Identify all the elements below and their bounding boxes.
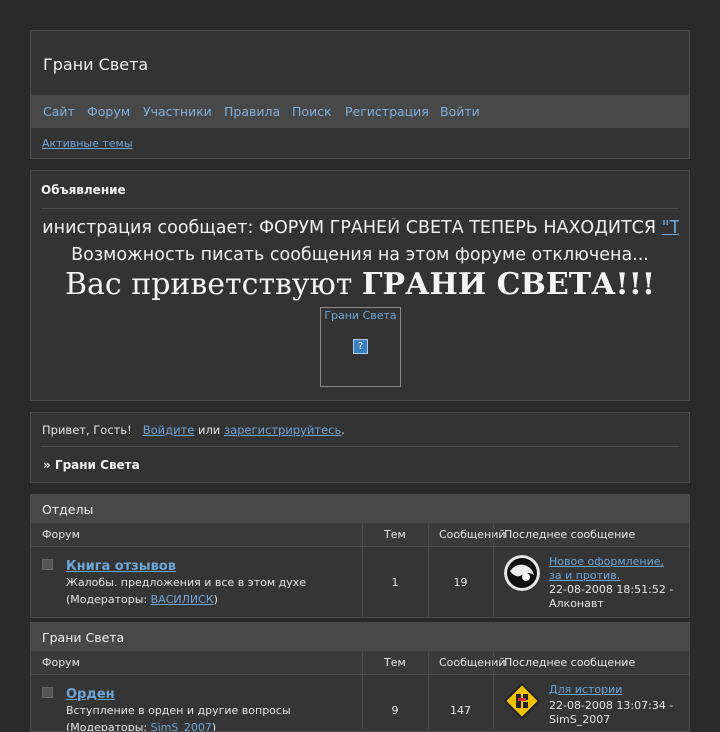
divider — [41, 208, 679, 209]
nav-members[interactable]: Участники — [143, 104, 212, 119]
main-nav: Сайт Форум Участники Правила Поиск Регис… — [31, 95, 689, 128]
greeting-panel: Привет, Гость! Войдите или зарегистрируй… — [30, 412, 690, 483]
announcement-marquee: Администрация сообщает: ФОРУМ ГРАНЕЙ СВЕ… — [43, 218, 679, 242]
forum-description: Вступление в орден и другие вопросы — [66, 704, 291, 717]
last-post-link[interactable]: Новое оформление, за и против. — [549, 555, 679, 583]
announcement-title: Объявление — [41, 183, 126, 197]
forum-status-icon — [42, 687, 53, 698]
marquee-text: Администрация сообщает: ФОРУМ ГРАНЕЙ СВЕ… — [43, 218, 662, 238]
topic-count: 9 — [391, 704, 399, 717]
last-post-author: Алконавт — [549, 597, 604, 610]
last-post-date: 22-08-2008 13:07:34 - — [549, 699, 674, 712]
avatar-image — [504, 555, 540, 591]
column-divider — [428, 523, 429, 617]
avatar — [504, 555, 540, 591]
last-post-date: 22-08-2008 18:51:52 - — [549, 583, 674, 596]
forum-row: Книга отзывов Жалобы. предложения и все … — [31, 546, 689, 617]
nav-site[interactable]: Сайт — [43, 104, 75, 119]
avatar-image — [504, 683, 540, 719]
mods-prefix: (Модераторы: — [66, 721, 151, 732]
nav-login[interactable]: Войти — [440, 104, 480, 119]
nav-rules[interactable]: Правила — [224, 104, 280, 119]
category-title: Грани Света — [42, 630, 125, 645]
topic-count: 1 — [391, 576, 399, 589]
col-forum: Форум — [42, 656, 80, 669]
greeting-line: Привет, Гость! Войдите или зарегистрируй… — [42, 423, 345, 437]
post-count: 147 — [450, 704, 471, 717]
forum-link[interactable]: Орден — [66, 687, 115, 702]
mods-suffix: ) — [213, 593, 218, 606]
avatar — [504, 683, 540, 719]
col-forum: Форум — [42, 528, 80, 541]
nav-register[interactable]: Регистрация — [345, 104, 429, 119]
col-last-post: Последнее сообщение — [504, 656, 636, 669]
forum-description: Жалобы. предложения и все в этом духе — [66, 576, 307, 589]
welcome-bold: ГРАНИ СВЕТА!!! — [361, 267, 656, 302]
column-headers: Форум Тем Сообщений Последнее сообщение — [31, 651, 689, 674]
moderator-link[interactable]: SimS_2007 — [151, 721, 212, 731]
announcement-panel: Объявление Администрация сообщает: ФОРУМ… — [30, 170, 690, 401]
col-last-post: Последнее сообщение — [504, 528, 636, 541]
broken-image-icon: ? — [353, 339, 368, 354]
active-topics-link[interactable]: Активные темы — [42, 137, 133, 150]
forum-link[interactable]: Книга отзывов — [66, 559, 176, 574]
category-table: Грани Света Форум Тем Сообщений Последне… — [30, 622, 690, 732]
last-post-meta: 22-08-2008 18:51:52 - Алконавт — [549, 583, 684, 611]
banner-image-alt: Грани Света — [324, 309, 397, 322]
nav-search[interactable]: Поиск — [292, 104, 332, 119]
category-title: Отделы — [42, 502, 94, 517]
post-count: 19 — [453, 576, 468, 589]
forum-moderators: (Модераторы: SimS_2007) — [66, 721, 217, 732]
column-headers: Форум Тем Сообщений Последнее сообщение — [31, 523, 689, 546]
login-link[interactable]: Войдите — [143, 423, 195, 437]
banner-image[interactable]: Грани Света ? — [320, 307, 401, 387]
breadcrumb: » Грани Света — [43, 458, 140, 472]
category-header: Грани Света — [31, 623, 689, 651]
column-divider — [362, 523, 363, 617]
mods-prefix: (Модераторы: — [66, 593, 151, 606]
marquee-link[interactable]: "ТУТ" — [662, 218, 679, 238]
greeting-text: Привет, Гость! — [42, 423, 132, 437]
or-text: или — [197, 423, 221, 437]
col-topics: Тем — [384, 656, 406, 669]
col-posts: Сообщений — [439, 528, 506, 541]
col-topics: Тем — [384, 528, 406, 541]
welcome-prefix: Вас приветствуют — [64, 267, 362, 302]
moderator-link[interactable]: ВАСИЛИСК — [151, 593, 214, 606]
forum-status-icon — [42, 559, 53, 570]
forum-row: Орден Вступление в орден и другие вопрос… — [31, 674, 689, 732]
forum-moderators: (Модераторы: ВАСИЛИСК) — [66, 593, 218, 606]
posting-disabled-notice: Возможность писать сообщения на этом фор… — [71, 245, 649, 265]
site-title: Грани Света — [43, 55, 149, 74]
last-post-link[interactable]: Для истории — [549, 683, 679, 697]
period-text: . — [341, 423, 345, 437]
divider — [41, 446, 679, 447]
category-table: Отделы Форум Тем Сообщений Последнее соо… — [30, 494, 690, 618]
site-header: Грани Света Сайт Форум Участники Правила… — [30, 30, 690, 159]
nav-forum[interactable]: Форум — [87, 104, 130, 119]
welcome-heading: Вас приветствуют ГРАНИ СВЕТА!!! — [31, 267, 689, 302]
last-post-author: SimS_2007 — [549, 713, 611, 726]
last-post-meta: 22-08-2008 13:07:34 - SimS_2007 — [549, 699, 684, 727]
category-header: Отделы — [31, 495, 689, 523]
col-posts: Сообщений — [439, 656, 506, 669]
column-divider — [493, 523, 494, 617]
mods-suffix: ) — [211, 721, 217, 732]
register-link[interactable]: зарегистрируйтесь — [224, 423, 341, 437]
